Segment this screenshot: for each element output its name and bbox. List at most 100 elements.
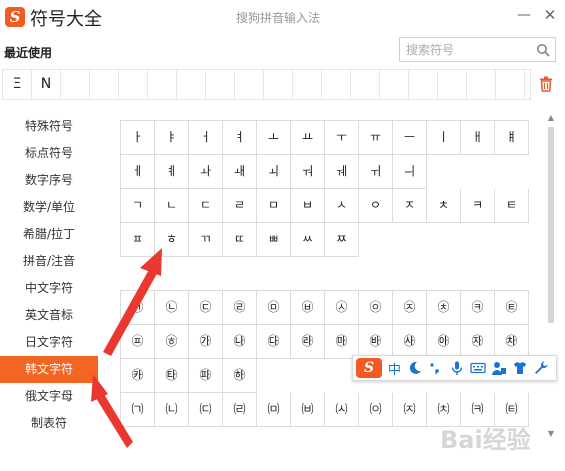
wrench-icon[interactable] [533, 360, 549, 376]
symbol-cell[interactable]: ㅢ [393, 155, 427, 189]
sidebar-item[interactable]: 英文音标 [0, 302, 98, 329]
symbol-cell[interactable]: ㅆ [291, 223, 325, 257]
symbol-cell[interactable]: ㅣ [427, 121, 461, 155]
symbol-cell[interactable]: ㉶ [461, 325, 495, 359]
sidebar-item[interactable]: 希腊/拉丁 [0, 221, 98, 248]
symbol-cell[interactable]: ㅍ [121, 223, 155, 257]
symbol-cell[interactable]: ㉰ [257, 325, 291, 359]
sidebar-item[interactable]: 中文字符 [0, 275, 98, 302]
symbol-cell[interactable]: ㈀ [121, 393, 155, 427]
symbol-cell[interactable]: ㅁ [257, 189, 291, 223]
symbol-cell[interactable]: ㅅ [325, 189, 359, 223]
symbol-cell[interactable]: ㉠ [121, 291, 155, 325]
symbol-cell[interactable]: ㅙ [223, 155, 257, 189]
symbol-cell[interactable]: ㉥ [291, 291, 325, 325]
recent-symbol-cell[interactable] [148, 70, 177, 99]
scroll-up-icon[interactable]: ▲ [546, 113, 556, 123]
sidebar-item[interactable]: 标点符号 [0, 140, 98, 167]
symbol-cell[interactable]: ㉣ [223, 291, 257, 325]
sidebar-item[interactable]: 制表符 [0, 410, 98, 437]
symbol-cell[interactable]: ㅚ [257, 155, 291, 189]
punctuation-icon[interactable] [428, 360, 444, 376]
symbol-cell[interactable]: ㅎ [155, 223, 189, 257]
symbol-cell[interactable]: ㉷ [495, 325, 529, 359]
sidebar-item[interactable]: 数字序号 [0, 167, 98, 194]
scroll-thumb[interactable] [548, 127, 554, 323]
symbol-cell[interactable]: ㅕ [223, 121, 257, 155]
symbol-cell[interactable]: ㉧ [359, 291, 393, 325]
symbol-cell[interactable]: ㉢ [189, 291, 223, 325]
symbol-cell[interactable]: ㅊ [427, 189, 461, 223]
symbol-cell[interactable]: ㉳ [359, 325, 393, 359]
symbol-cell[interactable]: ㈁ [155, 393, 189, 427]
sidebar-item[interactable]: 俄文字母 [0, 383, 98, 410]
symbol-cell[interactable]: ㅈ [393, 189, 427, 223]
symbol-cell[interactable]: ㉺ [189, 359, 223, 393]
recent-symbol-cell[interactable] [119, 70, 148, 99]
symbol-cell[interactable]: ㅗ [257, 121, 291, 155]
symbol-cell[interactable]: ㉹ [155, 359, 189, 393]
search-icon[interactable] [536, 43, 550, 57]
symbol-cell[interactable]: ㉯ [223, 325, 257, 359]
symbol-cell[interactable]: ㅐ [461, 121, 495, 155]
recent-symbol-cell[interactable] [438, 70, 467, 99]
symbol-cell[interactable]: ㉸ [121, 359, 155, 393]
symbol-cell[interactable]: ㉨ [393, 291, 427, 325]
recent-symbol-cell[interactable] [351, 70, 380, 99]
vertical-scrollbar[interactable]: ▲ ▼ [546, 113, 556, 439]
symbol-cell[interactable]: ㅃ [257, 223, 291, 257]
microphone-icon[interactable] [449, 360, 465, 376]
search-box[interactable] [399, 37, 556, 62]
symbol-cell[interactable]: ㅝ [291, 155, 325, 189]
skin-shirt-icon[interactable] [512, 360, 528, 376]
sidebar-item[interactable]: 韩文字符 [0, 356, 98, 383]
symbol-cell[interactable]: ㉫ [495, 291, 529, 325]
recent-symbol-cell[interactable] [61, 70, 90, 99]
recent-symbol-cell[interactable] [322, 70, 351, 99]
symbol-cell[interactable]: ㄴ [155, 189, 189, 223]
close-button[interactable]: ✕ [540, 5, 560, 25]
recent-symbol-cell[interactable] [90, 70, 119, 99]
symbol-cell[interactable]: ㅞ [325, 155, 359, 189]
symbol-cell[interactable]: ㅜ [325, 121, 359, 155]
symbol-cell[interactable]: ㅓ [189, 121, 223, 155]
keyboard-icon[interactable] [470, 360, 486, 376]
symbol-cell[interactable]: ㄱ [121, 189, 155, 223]
ime-mode-toggle[interactable]: 中 [388, 359, 401, 378]
trash-icon[interactable] [539, 76, 553, 92]
symbol-cell[interactable]: ㉡ [155, 291, 189, 325]
symbol-cell[interactable]: ㉬ [121, 325, 155, 359]
symbol-cell[interactable]: ㅡ [393, 121, 427, 155]
symbol-cell[interactable]: ㉭ [155, 325, 189, 359]
recent-symbol-cell[interactable] [235, 70, 264, 99]
scroll-down-icon[interactable]: ▼ [546, 429, 556, 439]
symbol-cell[interactable]: ㅟ [359, 155, 393, 189]
symbol-cell[interactable]: ㉩ [427, 291, 461, 325]
symbol-cell[interactable]: ㉮ [189, 325, 223, 359]
symbol-cell[interactable]: ㈇ [359, 393, 393, 427]
recent-symbol-cell[interactable] [264, 70, 293, 99]
recent-symbol-cell[interactable]: Ξ [3, 70, 32, 99]
symbol-cell[interactable]: ㅑ [155, 121, 189, 155]
recent-symbol-cell[interactable] [177, 70, 206, 99]
ime-logo-icon[interactable]: S [356, 358, 382, 378]
symbol-cell[interactable]: ㄹ [223, 189, 257, 223]
symbol-cell[interactable]: ㉻ [223, 359, 257, 393]
symbol-cell[interactable]: ㉪ [461, 291, 495, 325]
symbol-cell[interactable]: ㅒ [495, 121, 529, 155]
symbol-cell[interactable]: ㅌ [495, 189, 529, 223]
symbol-cell[interactable]: ㉱ [291, 325, 325, 359]
minimize-button[interactable]: — [514, 5, 534, 25]
recent-symbol-cell[interactable]: N [32, 70, 61, 99]
symbol-cell[interactable]: ㄷ [189, 189, 223, 223]
symbol-cell[interactable]: ㉲ [325, 325, 359, 359]
symbol-cell[interactable]: ㈈ [393, 393, 427, 427]
search-input[interactable] [400, 38, 530, 61]
sidebar-item[interactable]: 特殊符号 [0, 113, 98, 140]
symbol-cell[interactable]: ㄸ [223, 223, 257, 257]
symbol-cell[interactable]: ㈆ [325, 393, 359, 427]
symbol-cell[interactable]: ㉵ [427, 325, 461, 359]
recent-symbol-cell[interactable] [467, 70, 496, 99]
symbol-cell[interactable]: ㅇ [359, 189, 393, 223]
symbol-cell[interactable]: ㅋ [461, 189, 495, 223]
